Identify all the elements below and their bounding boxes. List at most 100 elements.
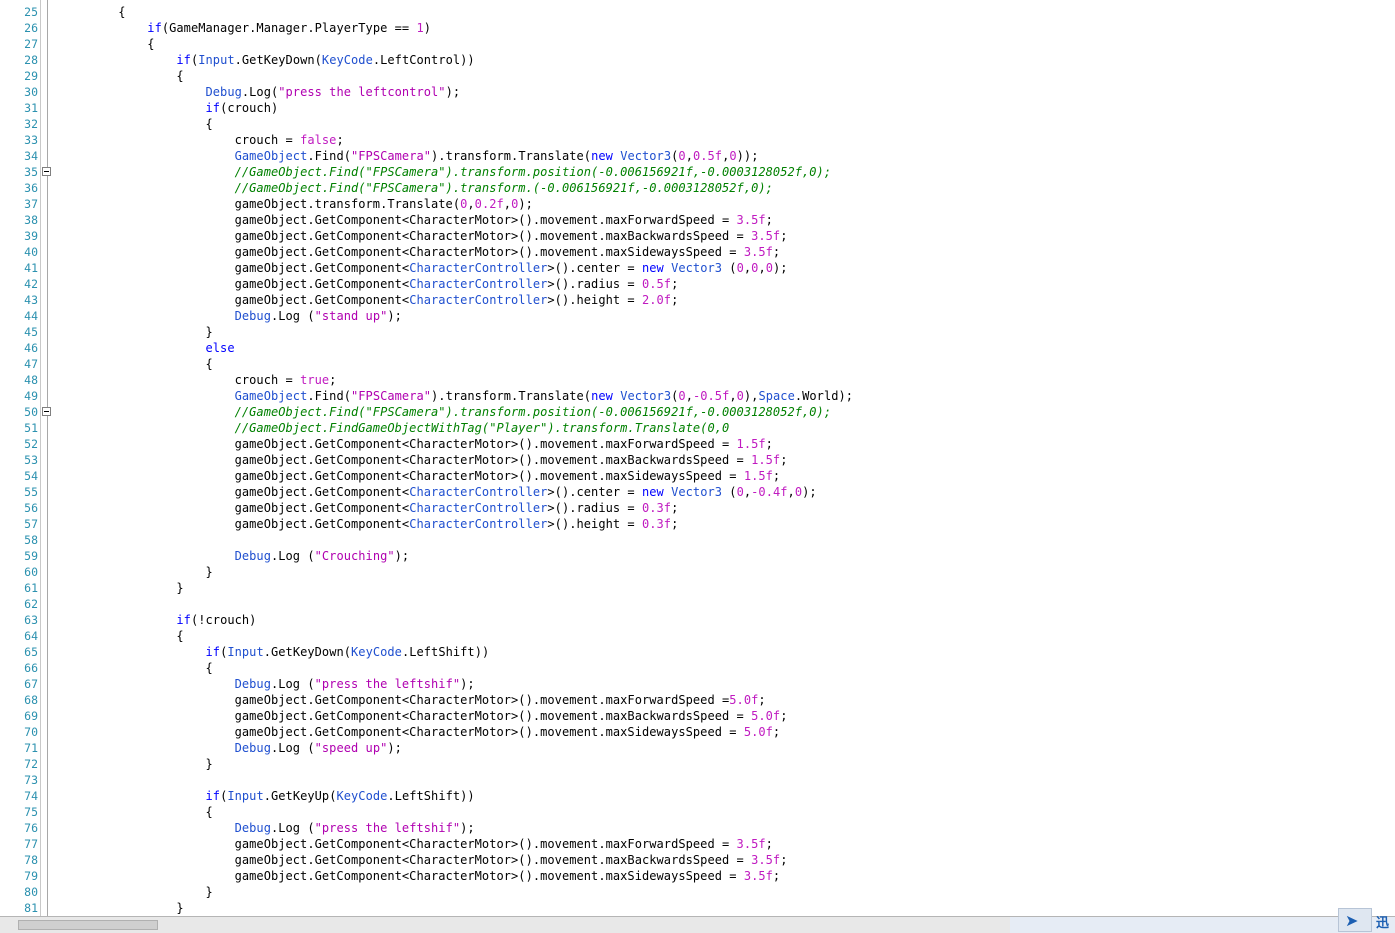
code-line[interactable]: 46 else: [0, 340, 1395, 356]
code-token: );: [460, 677, 475, 691]
code-line[interactable]: 40 gameObject.GetComponent<CharacterMoto…: [0, 244, 1395, 260]
code-token: Space: [758, 389, 795, 403]
code-token: }: [60, 885, 213, 899]
code-text: Debug.Log ("Crouching");: [60, 548, 410, 564]
code-line[interactable]: 33 crouch = false;: [0, 132, 1395, 148]
code-line[interactable]: 26 if(GameManager.Manager.PlayerType == …: [0, 20, 1395, 36]
code-line[interactable]: 62: [0, 596, 1395, 612]
code-line[interactable]: 65 if(Input.GetKeyDown(KeyCode.LeftShift…: [0, 644, 1395, 660]
code-line[interactable]: 53 gameObject.GetComponent<CharacterMoto…: [0, 452, 1395, 468]
collapse-icon[interactable]: [42, 167, 51, 176]
code-lines[interactable]: 25 {26 if(GameManager.Manager.PlayerType…: [0, 4, 1395, 916]
code-line[interactable]: 39 gameObject.GetComponent<CharacterMoto…: [0, 228, 1395, 244]
code-token: 3.5f: [736, 837, 766, 851]
code-line[interactable]: 34 GameObject.Find("FPSCamera").transfor…: [0, 148, 1395, 164]
code-line[interactable]: 57 gameObject.GetComponent<CharacterCont…: [0, 516, 1395, 532]
code-token: 0.3f: [641, 517, 672, 531]
tray-app-button[interactable]: ➤: [1338, 908, 1372, 932]
code-line[interactable]: 67 Debug.Log ("press the leftshif");: [0, 676, 1395, 692]
code-line[interactable]: 43 gameObject.GetComponent<CharacterCont…: [0, 292, 1395, 308]
code-line[interactable]: 71 Debug.Log ("speed up");: [0, 740, 1395, 756]
code-line[interactable]: 63 if(!crouch): [0, 612, 1395, 628]
code-line[interactable]: 60 }: [0, 564, 1395, 580]
code-line[interactable]: 36 //GameObject.Find("FPSCamera").transf…: [0, 180, 1395, 196]
code-line[interactable]: 54 gameObject.GetComponent<CharacterMoto…: [0, 468, 1395, 484]
code-line[interactable]: 64 {: [0, 628, 1395, 644]
code-line[interactable]: 35 //GameObject.Find("FPSCamera").transf…: [0, 164, 1395, 180]
code-line[interactable]: 30 Debug.Log("press the leftcontrol");: [0, 84, 1395, 100]
code-line[interactable]: 38 gameObject.GetComponent<CharacterMoto…: [0, 212, 1395, 228]
code-line[interactable]: 52 gameObject.GetComponent<CharacterMoto…: [0, 436, 1395, 452]
code-token: );: [387, 309, 402, 323]
code-text: gameObject.GetComponent<CharacterMotor>(…: [60, 212, 773, 228]
code-line[interactable]: 44 Debug.Log ("stand up");: [0, 308, 1395, 324]
code-line[interactable]: 74 if(Input.GetKeyUp(KeyCode.LeftShift)): [0, 788, 1395, 804]
code-token: {: [60, 5, 126, 19]
code-token: gameObject.GetComponent<: [60, 293, 410, 307]
code-line[interactable]: 79 gameObject.GetComponent<CharacterMoto…: [0, 868, 1395, 884]
code-token: gameObject.GetComponent<: [60, 261, 410, 275]
code-text: crouch = false;: [60, 132, 344, 148]
code-line[interactable]: 48 crouch = true;: [0, 372, 1395, 388]
code-token: }: [60, 901, 184, 915]
line-number: 39: [24, 229, 38, 243]
code-line[interactable]: 45 }: [0, 324, 1395, 340]
code-line[interactable]: 29 {: [0, 68, 1395, 84]
code-line[interactable]: 37 gameObject.transform.Translate(0,0.2f…: [0, 196, 1395, 212]
code-line[interactable]: 61 }: [0, 580, 1395, 596]
code-text: Debug.Log ("speed up");: [60, 740, 402, 756]
code-token: {: [60, 805, 213, 819]
code-line[interactable]: 69 gameObject.GetComponent<CharacterMoto…: [0, 708, 1395, 724]
code-line[interactable]: 41 gameObject.GetComponent<CharacterCont…: [0, 260, 1395, 276]
code-token: 0: [729, 149, 737, 163]
horizontal-scrollbar[interactable]: [0, 917, 1010, 933]
code-line[interactable]: 70 gameObject.GetComponent<CharacterMoto…: [0, 724, 1395, 740]
code-line[interactable]: 50 //GameObject.Find("FPSCamera").transf…: [0, 404, 1395, 420]
code-token: crouch =: [60, 373, 301, 387]
code-line[interactable]: 55 gameObject.GetComponent<CharacterCont…: [0, 484, 1395, 500]
code-line[interactable]: 51 //GameObject.FindGameObjectWithTag("P…: [0, 420, 1395, 436]
code-line[interactable]: 77 gameObject.GetComponent<CharacterMoto…: [0, 836, 1395, 852]
code-line[interactable]: 66 {: [0, 660, 1395, 676]
code-token: ;: [671, 501, 679, 515]
code-line[interactable]: 68 gameObject.GetComponent<CharacterMoto…: [0, 692, 1395, 708]
code-token: .Log(: [241, 85, 279, 99]
code-line[interactable]: 28 if(Input.GetKeyDown(KeyCode.LeftContr…: [0, 52, 1395, 68]
code-line[interactable]: 31 if(crouch): [0, 100, 1395, 116]
code-line[interactable]: 76 Debug.Log ("press the leftshif");: [0, 820, 1395, 836]
code-token: 0: [736, 261, 744, 275]
code-line[interactable]: 47 {: [0, 356, 1395, 372]
line-number: 75: [24, 805, 38, 819]
horizontal-scrollbar-thumb[interactable]: [18, 920, 158, 930]
code-line[interactable]: 56 gameObject.GetComponent<CharacterCont…: [0, 500, 1395, 516]
code-text: //GameObject.Find("FPSCamera").transform…: [60, 164, 831, 180]
code-line[interactable]: 49 GameObject.Find("FPSCamera").transfor…: [0, 388, 1395, 404]
code-line[interactable]: 75 {: [0, 804, 1395, 820]
code-token: gameObject.GetComponent<CharacterMotor>(…: [60, 709, 752, 723]
code-token: 1.5f: [736, 437, 766, 451]
code-line[interactable]: 72 }: [0, 756, 1395, 772]
code-token: ,: [467, 197, 475, 211]
code-line[interactable]: 59 Debug.Log ("Crouching");: [0, 548, 1395, 564]
code-line[interactable]: 58: [0, 532, 1395, 548]
code-line[interactable]: 81 }: [0, 900, 1395, 916]
code-line[interactable]: 25 {: [0, 4, 1395, 20]
code-token: "press the leftshif": [314, 677, 461, 691]
code-editor[interactable]: 25 {26 if(GameManager.Manager.PlayerType…: [0, 0, 1395, 916]
collapse-icon[interactable]: [42, 407, 51, 416]
code-token: -0.4f: [751, 485, 788, 499]
code-line[interactable]: 32 {: [0, 116, 1395, 132]
code-line[interactable]: 73: [0, 772, 1395, 788]
code-token: >().radius =: [547, 501, 642, 515]
code-line[interactable]: 80 }: [0, 884, 1395, 900]
code-line[interactable]: 78 gameObject.GetComponent<CharacterMoto…: [0, 852, 1395, 868]
code-token: 0: [678, 389, 686, 403]
code-token: false: [300, 133, 337, 147]
code-line[interactable]: 42 gameObject.GetComponent<CharacterCont…: [0, 276, 1395, 292]
code-line[interactable]: 27 {: [0, 36, 1395, 52]
code-token: ),: [743, 389, 759, 403]
line-number: 42: [24, 277, 38, 291]
